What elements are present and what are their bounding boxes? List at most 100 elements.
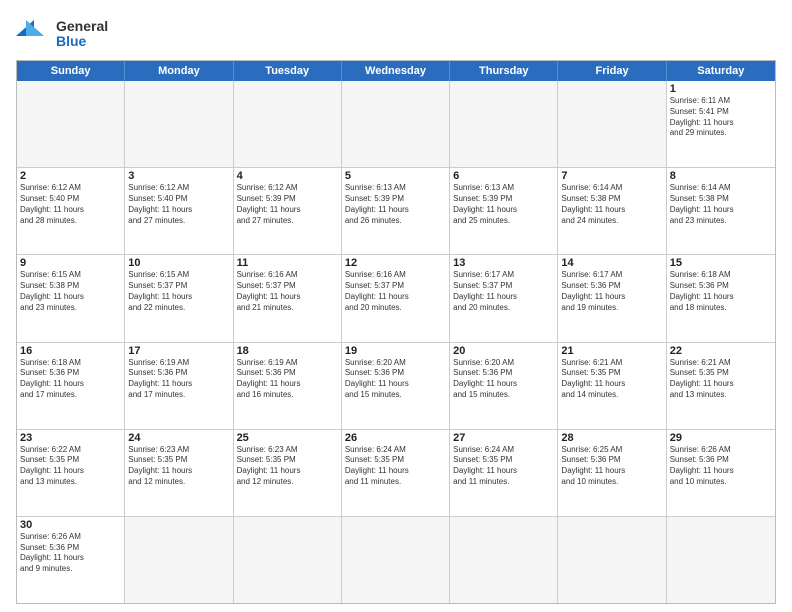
header-day-thursday: Thursday <box>450 61 558 81</box>
day-content: Sunrise: 6:19 AM Sunset: 5:36 PM Dayligh… <box>237 358 338 401</box>
day-number: 11 <box>237 257 338 269</box>
day-number: 12 <box>345 257 446 269</box>
day-content: Sunrise: 6:16 AM Sunset: 5:37 PM Dayligh… <box>237 270 338 313</box>
calendar: SundayMondayTuesdayWednesdayThursdayFrid… <box>16 60 776 604</box>
day-number: 27 <box>453 432 554 444</box>
header: General Blue <box>16 16 776 52</box>
header-day-sunday: Sunday <box>17 61 125 81</box>
calendar-cell <box>558 81 666 167</box>
calendar-row-1: 2Sunrise: 6:12 AM Sunset: 5:40 PM Daylig… <box>17 167 775 254</box>
page: General Blue SundayMondayTuesdayWednesda… <box>0 0 792 612</box>
day-content: Sunrise: 6:21 AM Sunset: 5:35 PM Dayligh… <box>561 358 662 401</box>
day-content: Sunrise: 6:23 AM Sunset: 5:35 PM Dayligh… <box>128 445 229 488</box>
calendar-row-4: 23Sunrise: 6:22 AM Sunset: 5:35 PM Dayli… <box>17 429 775 516</box>
calendar-cell: 19Sunrise: 6:20 AM Sunset: 5:36 PM Dayli… <box>342 343 450 429</box>
day-content: Sunrise: 6:15 AM Sunset: 5:37 PM Dayligh… <box>128 270 229 313</box>
calendar-cell <box>342 81 450 167</box>
calendar-cell: 3Sunrise: 6:12 AM Sunset: 5:40 PM Daylig… <box>125 168 233 254</box>
calendar-cell: 10Sunrise: 6:15 AM Sunset: 5:37 PM Dayli… <box>125 255 233 341</box>
day-content: Sunrise: 6:14 AM Sunset: 5:38 PM Dayligh… <box>561 183 662 226</box>
day-number: 5 <box>345 170 446 182</box>
day-number: 4 <box>237 170 338 182</box>
day-number: 20 <box>453 345 554 357</box>
day-number: 16 <box>20 345 121 357</box>
header-day-wednesday: Wednesday <box>342 61 450 81</box>
day-number: 21 <box>561 345 662 357</box>
calendar-cell <box>125 517 233 603</box>
day-content: Sunrise: 6:19 AM Sunset: 5:36 PM Dayligh… <box>128 358 229 401</box>
day-content: Sunrise: 6:26 AM Sunset: 5:36 PM Dayligh… <box>20 532 121 575</box>
calendar-cell: 17Sunrise: 6:19 AM Sunset: 5:36 PM Dayli… <box>125 343 233 429</box>
day-number: 26 <box>345 432 446 444</box>
day-number: 24 <box>128 432 229 444</box>
calendar-cell: 27Sunrise: 6:24 AM Sunset: 5:35 PM Dayli… <box>450 430 558 516</box>
day-content: Sunrise: 6:26 AM Sunset: 5:36 PM Dayligh… <box>670 445 772 488</box>
calendar-cell: 12Sunrise: 6:16 AM Sunset: 5:37 PM Dayli… <box>342 255 450 341</box>
day-number: 23 <box>20 432 121 444</box>
day-number: 17 <box>128 345 229 357</box>
day-number: 19 <box>345 345 446 357</box>
calendar-cell <box>234 517 342 603</box>
day-content: Sunrise: 6:18 AM Sunset: 5:36 PM Dayligh… <box>670 270 772 313</box>
day-number: 7 <box>561 170 662 182</box>
day-content: Sunrise: 6:17 AM Sunset: 5:36 PM Dayligh… <box>561 270 662 313</box>
header-day-friday: Friday <box>558 61 666 81</box>
calendar-cell: 24Sunrise: 6:23 AM Sunset: 5:35 PM Dayli… <box>125 430 233 516</box>
day-content: Sunrise: 6:12 AM Sunset: 5:39 PM Dayligh… <box>237 183 338 226</box>
calendar-cell: 28Sunrise: 6:25 AM Sunset: 5:36 PM Dayli… <box>558 430 666 516</box>
day-number: 30 <box>20 519 121 531</box>
day-content: Sunrise: 6:13 AM Sunset: 5:39 PM Dayligh… <box>453 183 554 226</box>
calendar-row-0: 1Sunrise: 6:11 AM Sunset: 5:41 PM Daylig… <box>17 81 775 167</box>
header-day-tuesday: Tuesday <box>234 61 342 81</box>
calendar-row-3: 16Sunrise: 6:18 AM Sunset: 5:36 PM Dayli… <box>17 342 775 429</box>
logo: General Blue <box>16 16 108 52</box>
day-number: 28 <box>561 432 662 444</box>
day-number: 22 <box>670 345 772 357</box>
calendar-row-2: 9Sunrise: 6:15 AM Sunset: 5:38 PM Daylig… <box>17 254 775 341</box>
calendar-body: 1Sunrise: 6:11 AM Sunset: 5:41 PM Daylig… <box>17 81 775 603</box>
day-number: 15 <box>670 257 772 269</box>
day-content: Sunrise: 6:12 AM Sunset: 5:40 PM Dayligh… <box>20 183 121 226</box>
day-content: Sunrise: 6:16 AM Sunset: 5:37 PM Dayligh… <box>345 270 446 313</box>
calendar-header: SundayMondayTuesdayWednesdayThursdayFrid… <box>17 61 775 81</box>
calendar-cell: 16Sunrise: 6:18 AM Sunset: 5:36 PM Dayli… <box>17 343 125 429</box>
day-number: 8 <box>670 170 772 182</box>
calendar-cell: 15Sunrise: 6:18 AM Sunset: 5:36 PM Dayli… <box>667 255 775 341</box>
day-content: Sunrise: 6:18 AM Sunset: 5:36 PM Dayligh… <box>20 358 121 401</box>
header-day-monday: Monday <box>125 61 233 81</box>
calendar-cell <box>342 517 450 603</box>
calendar-cell: 6Sunrise: 6:13 AM Sunset: 5:39 PM Daylig… <box>450 168 558 254</box>
calendar-cell: 25Sunrise: 6:23 AM Sunset: 5:35 PM Dayli… <box>234 430 342 516</box>
day-number: 13 <box>453 257 554 269</box>
day-content: Sunrise: 6:20 AM Sunset: 5:36 PM Dayligh… <box>453 358 554 401</box>
calendar-cell <box>667 517 775 603</box>
day-content: Sunrise: 6:17 AM Sunset: 5:37 PM Dayligh… <box>453 270 554 313</box>
calendar-cell <box>450 81 558 167</box>
day-content: Sunrise: 6:11 AM Sunset: 5:41 PM Dayligh… <box>670 96 772 139</box>
day-content: Sunrise: 6:12 AM Sunset: 5:40 PM Dayligh… <box>128 183 229 226</box>
day-number: 18 <box>237 345 338 357</box>
day-number: 2 <box>20 170 121 182</box>
day-content: Sunrise: 6:20 AM Sunset: 5:36 PM Dayligh… <box>345 358 446 401</box>
day-number: 9 <box>20 257 121 269</box>
calendar-cell: 30Sunrise: 6:26 AM Sunset: 5:36 PM Dayli… <box>17 517 125 603</box>
calendar-cell <box>558 517 666 603</box>
calendar-cell: 21Sunrise: 6:21 AM Sunset: 5:35 PM Dayli… <box>558 343 666 429</box>
calendar-cell: 5Sunrise: 6:13 AM Sunset: 5:39 PM Daylig… <box>342 168 450 254</box>
day-number: 14 <box>561 257 662 269</box>
calendar-cell: 29Sunrise: 6:26 AM Sunset: 5:36 PM Dayli… <box>667 430 775 516</box>
day-number: 10 <box>128 257 229 269</box>
calendar-cell <box>17 81 125 167</box>
day-content: Sunrise: 6:22 AM Sunset: 5:35 PM Dayligh… <box>20 445 121 488</box>
calendar-cell <box>234 81 342 167</box>
calendar-cell: 9Sunrise: 6:15 AM Sunset: 5:38 PM Daylig… <box>17 255 125 341</box>
day-content: Sunrise: 6:23 AM Sunset: 5:35 PM Dayligh… <box>237 445 338 488</box>
calendar-row-5: 30Sunrise: 6:26 AM Sunset: 5:36 PM Dayli… <box>17 516 775 603</box>
calendar-cell: 26Sunrise: 6:24 AM Sunset: 5:35 PM Dayli… <box>342 430 450 516</box>
header-day-saturday: Saturday <box>667 61 775 81</box>
day-number: 25 <box>237 432 338 444</box>
day-content: Sunrise: 6:13 AM Sunset: 5:39 PM Dayligh… <box>345 183 446 226</box>
day-content: Sunrise: 6:25 AM Sunset: 5:36 PM Dayligh… <box>561 445 662 488</box>
calendar-cell: 1Sunrise: 6:11 AM Sunset: 5:41 PM Daylig… <box>667 81 775 167</box>
calendar-cell: 7Sunrise: 6:14 AM Sunset: 5:38 PM Daylig… <box>558 168 666 254</box>
